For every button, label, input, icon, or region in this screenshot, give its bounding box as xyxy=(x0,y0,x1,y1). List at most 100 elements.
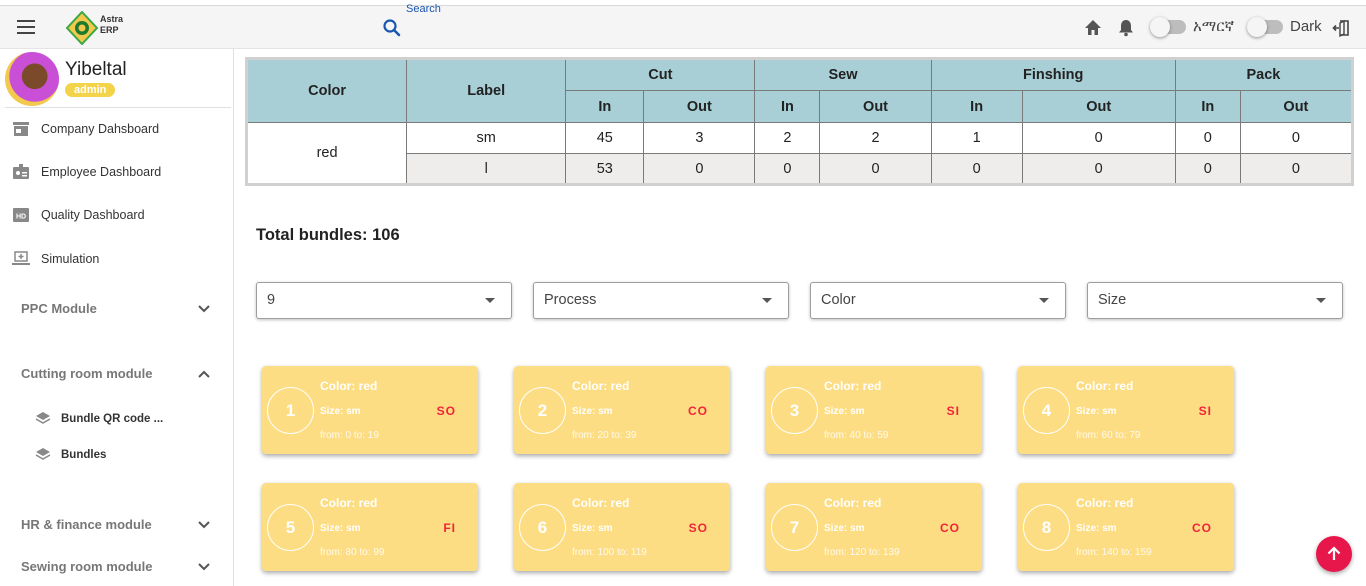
bundle-card[interactable]: 5 Color: red Size: sm from: 80 to: 99 FI xyxy=(262,483,478,571)
table-row: red sm 45 3 2 2 1 0 0 0 xyxy=(245,122,1354,185)
logout-icon[interactable] xyxy=(1332,18,1352,38)
layers-icon xyxy=(35,448,51,460)
simulation-icon xyxy=(12,251,30,265)
dark-mode-label: Dark xyxy=(1290,18,1322,35)
bundle-color: Color: red xyxy=(572,496,630,510)
table-cell: 2 xyxy=(819,122,932,154)
bundle-number: 3 xyxy=(771,387,818,434)
bundle-card[interactable]: 3 Color: red Size: sm from: 40 to: 59 SI xyxy=(766,366,982,454)
bundle-status: SI xyxy=(1198,404,1212,418)
label-cell: sm xyxy=(406,122,567,154)
table-cell: 0 xyxy=(1174,122,1241,154)
bundle-card[interactable]: 8 Color: red Size: sm from: 140 to: 159 … xyxy=(1018,483,1234,571)
bundle-count-select[interactable]: 9 xyxy=(256,282,512,319)
module-cutting-room[interactable]: Cutting room module xyxy=(21,366,211,381)
bundle-color: Color: red xyxy=(1076,379,1134,393)
bundle-color: Color: red xyxy=(320,496,378,510)
dark-mode-toggle[interactable] xyxy=(1247,17,1283,37)
header-in: In xyxy=(565,90,645,123)
module-hr-finance[interactable]: HR & finance module xyxy=(21,517,211,532)
bundle-range: from: 20 to: 39 xyxy=(572,430,637,441)
bundle-card[interactable]: 1 Color: red Size: sm from: 0 to: 19 SO xyxy=(262,366,478,454)
bundle-size: Size: sm xyxy=(824,406,865,417)
chevron-down-icon xyxy=(198,304,210,312)
table-cell: 0 xyxy=(754,153,821,185)
process-select[interactable]: Process xyxy=(533,282,789,319)
color-cell: red xyxy=(245,122,408,185)
avatar[interactable] xyxy=(5,52,59,106)
bundle-range: from: 0 to: 19 xyxy=(320,430,379,441)
nav-label: Company Dahsboard xyxy=(41,122,160,136)
bundle-card[interactable]: 6 Color: red Size: sm from: 100 to: 119 … xyxy=(514,483,730,571)
nav-label: Employee Dashboard xyxy=(41,165,162,179)
bundle-number: 6 xyxy=(519,504,566,551)
bundle-number: 7 xyxy=(771,504,818,551)
badge-icon xyxy=(13,164,29,179)
scroll-to-top-button[interactable] xyxy=(1316,536,1352,572)
header-finishing: Finshing xyxy=(930,58,1176,91)
main-content: Color Label Cut Sew Finshing Pack In Out… xyxy=(245,57,1355,186)
bundle-size: Size: sm xyxy=(320,406,361,417)
bundle-card[interactable]: 4 Color: red Size: sm from: 60 to: 79 SI xyxy=(1018,366,1234,454)
hd-icon: HD xyxy=(13,208,29,222)
search-icon[interactable] xyxy=(382,18,402,38)
module-label: Sewing room module xyxy=(21,559,153,574)
table-cell: 2 xyxy=(754,122,821,154)
table-cell: 0 xyxy=(643,153,756,185)
bundle-number: 4 xyxy=(1023,387,1070,434)
bundle-range: from: 80 to: 99 xyxy=(320,547,385,558)
role-badge: admin xyxy=(65,83,116,97)
dropdown-arrow-icon xyxy=(762,298,772,303)
header-color: Color xyxy=(245,58,408,123)
nav-simulation[interactable]: Simulation xyxy=(11,249,99,269)
chevron-up-icon xyxy=(198,370,210,378)
table-cell: 45 xyxy=(565,122,645,154)
sub-item-bundles[interactable]: Bundles xyxy=(35,447,106,463)
header-sew: Sew xyxy=(754,58,932,91)
search-label: Search xyxy=(406,3,441,15)
module-ppc[interactable]: PPC Module xyxy=(21,301,211,316)
bundle-range: from: 100 to: 119 xyxy=(572,547,647,558)
bundle-card[interactable]: 7 Color: red Size: sm from: 120 to: 139 … xyxy=(766,483,982,571)
module-sewing-room[interactable]: Sewing room module xyxy=(21,559,211,574)
layers-icon xyxy=(35,412,51,424)
nav-label: Simulation xyxy=(41,252,100,266)
logo-text: Astra ERP xyxy=(100,14,124,35)
bundle-size: Size: sm xyxy=(1076,406,1117,417)
menu-icon[interactable] xyxy=(17,20,35,34)
bundle-status: SO xyxy=(436,404,456,418)
bundle-status: CO xyxy=(940,521,960,535)
header-in: In xyxy=(930,90,1023,123)
header-out: Out xyxy=(1021,90,1176,123)
table-cell: 53 xyxy=(565,153,645,185)
header-label: Label xyxy=(406,58,567,123)
table-cell: 0 xyxy=(1021,153,1176,185)
nav-employee-dashboard[interactable]: Employee Dashboard xyxy=(11,162,161,182)
color-select[interactable]: Color xyxy=(810,282,1066,319)
dropdown-arrow-icon xyxy=(485,298,495,303)
header-out: Out xyxy=(819,90,932,123)
size-select[interactable]: Size xyxy=(1087,282,1343,319)
language-toggle[interactable] xyxy=(1150,17,1186,37)
bundle-number: 2 xyxy=(519,387,566,434)
bundle-color: Color: red xyxy=(1076,496,1134,510)
bundle-card[interactable]: 2 Color: red Size: sm from: 20 to: 39 CO xyxy=(514,366,730,454)
home-icon[interactable] xyxy=(1083,18,1103,38)
label-cell: l xyxy=(406,153,567,185)
table-cell: 0 xyxy=(1174,153,1241,185)
top-app-bar: Astra ERP Search አማርኛ Dark xyxy=(0,3,1366,49)
sub-item-bundle-qr[interactable]: Bundle QR code ... xyxy=(35,411,163,427)
bell-icon[interactable] xyxy=(1116,18,1136,38)
header-in: In xyxy=(754,90,821,123)
table-row: l 53 0 0 0 0 0 0 0 xyxy=(247,153,1354,185)
select-value: Color xyxy=(821,292,856,308)
select-value: 9 xyxy=(267,292,276,308)
nav-quality-dashboard[interactable]: HD Quality Dashboard xyxy=(11,205,145,225)
svg-text:HD: HD xyxy=(16,214,26,221)
table-cell: 3 xyxy=(643,122,756,154)
module-label: HR & finance module xyxy=(21,517,152,532)
bundle-color: Color: red xyxy=(572,379,630,393)
nav-company-dashboard[interactable]: Company Dahsboard xyxy=(11,119,159,139)
bundle-number: 5 xyxy=(267,504,314,551)
table-cell: 0 xyxy=(1239,122,1354,154)
